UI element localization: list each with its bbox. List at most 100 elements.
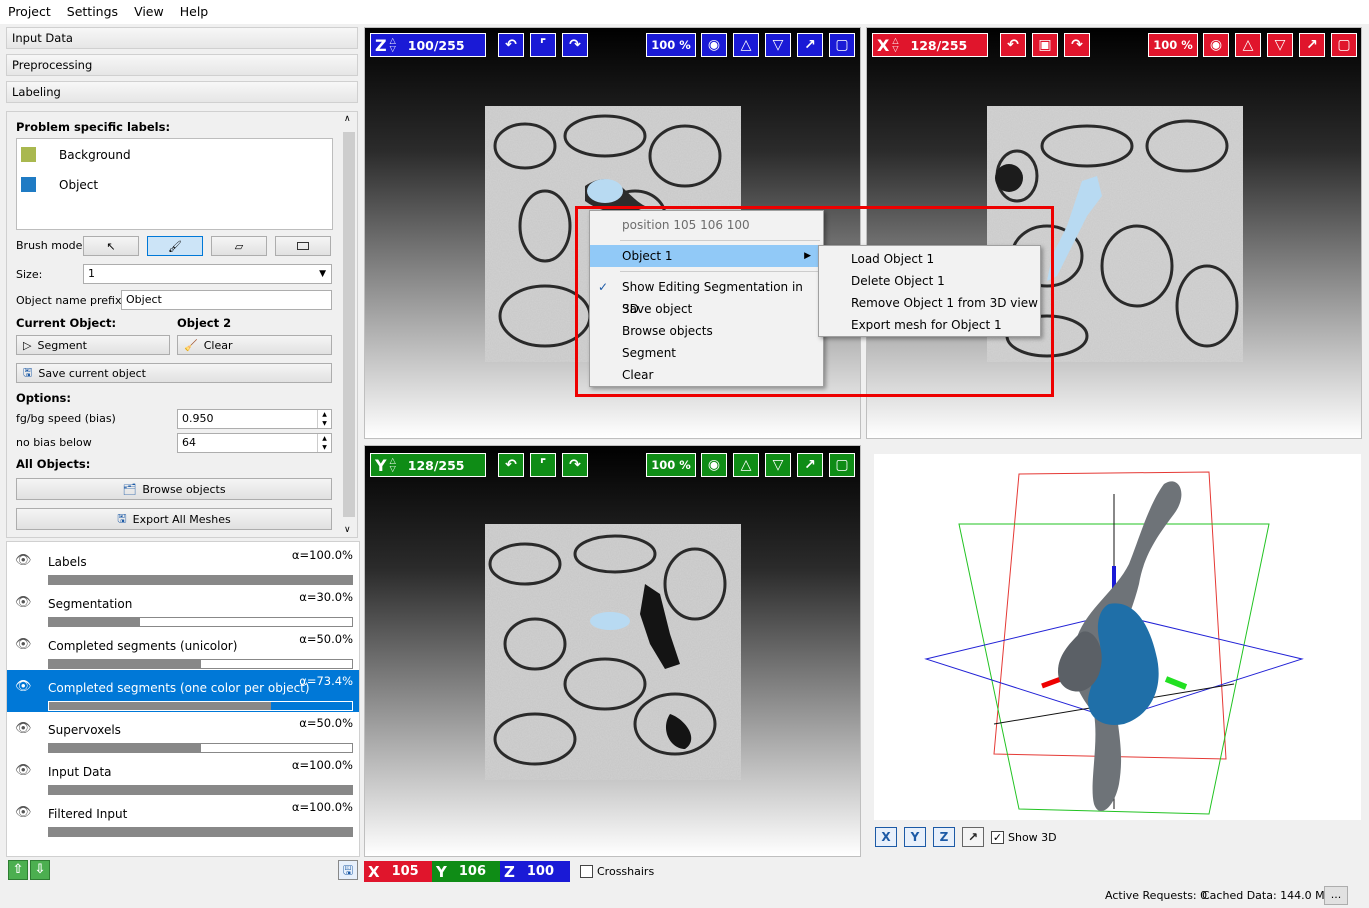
layer-row[interactable]: 👁 Input Data α=100.0% [7, 754, 359, 796]
opacity-slider[interactable] [48, 827, 353, 837]
section-input-data[interactable]: Input Data [6, 27, 358, 49]
eye-icon[interactable]: 👁 [15, 679, 32, 694]
brush-mode-button[interactable]: 🖌 [147, 236, 203, 256]
opacity-slider[interactable] [48, 701, 353, 711]
menu-project[interactable]: Project [0, 0, 59, 24]
label-color-swatch[interactable] [21, 147, 36, 162]
layer-row[interactable]: 👁 Completed segments (unicolor) α=50.0% [7, 628, 359, 670]
rotate-right-button[interactable]: ↷ [1064, 33, 1090, 57]
eraser-mode-button[interactable]: ▱ [211, 236, 267, 256]
labeling-scrollbar[interactable]: ∧ ∨ [341, 112, 357, 537]
spin-arrows-icon[interactable]: ▲ ▼ [317, 434, 331, 452]
layer-row[interactable]: 👁 Segmentation α=30.0% [7, 586, 359, 628]
submenu-delete-object[interactable]: Delete Object 1 [819, 270, 1040, 292]
viewer-3d[interactable] [874, 454, 1361, 820]
eye-icon[interactable]: 👁 [15, 595, 32, 610]
clear-button[interactable]: 🧹 Clear [177, 335, 332, 355]
eye-icon[interactable]: 👁 [15, 553, 32, 568]
menu-item-browse-objects[interactable]: Browse objects [590, 320, 823, 342]
crosshairs-checkbox[interactable] [580, 865, 593, 878]
toggle-x-slice-button[interactable]: X [875, 827, 897, 847]
menu-view[interactable]: View [126, 0, 172, 24]
rotate-left-button[interactable]: ↶ [498, 33, 524, 57]
submenu-export-mesh[interactable]: Export mesh for Object 1 [819, 314, 1040, 336]
layer-row[interactable]: 👁 Filtered Input α=100.0% [7, 796, 359, 838]
navigation-mode-button[interactable]: ↖ [83, 236, 139, 256]
section-labeling[interactable]: Labeling [6, 81, 358, 103]
slice-up-button[interactable]: △ [733, 453, 759, 477]
rotate-right-button[interactable]: ↷ [562, 453, 588, 477]
menu-item-segment[interactable]: Segment [590, 342, 823, 364]
submenu-load-object[interactable]: Load Object 1 [819, 248, 1040, 270]
swap-axes-button[interactable]: ⌜ [530, 453, 556, 477]
spin-arrows-icon[interactable]: ▲ ▼ [317, 410, 331, 428]
screenshot-button[interactable]: ◉ [1203, 33, 1229, 57]
maximize-button[interactable]: ▢ [1331, 33, 1357, 57]
layer-row[interactable]: 👁 Labels α=100.0% [7, 544, 359, 586]
maximize-button[interactable]: ▢ [829, 453, 855, 477]
eye-icon[interactable]: 👁 [15, 637, 32, 652]
chevron-down-icon[interactable]: ∨ [344, 525, 351, 535]
box-select-button[interactable] [275, 236, 331, 256]
viewer-x[interactable]: X △ ▽ 128/255 ↶ ▣ ↷ 100 % ◉ △ ▽ ↗ ▢ [866, 27, 1362, 439]
screenshot-button[interactable]: ◉ [701, 453, 727, 477]
position-z[interactable]: Z 100 [500, 861, 570, 882]
toggle-z-slice-button[interactable]: Z [933, 827, 955, 847]
rotate-left-button[interactable]: ↶ [498, 453, 524, 477]
layer-row[interactable]: 👁 Completed segments (one color per objec… [7, 670, 359, 712]
opacity-slider[interactable] [48, 743, 353, 753]
save-current-object-button[interactable]: 🖫 Save current object [16, 363, 332, 383]
slice-selector-y[interactable]: Y △ ▽ 128/255 [370, 453, 486, 477]
opacity-slider[interactable] [48, 575, 353, 585]
zoom-level-z[interactable]: 100 % [646, 33, 696, 57]
position-y[interactable]: Y 106 [432, 861, 500, 882]
submenu-remove-from-3d[interactable]: Remove Object 1 from 3D view [819, 292, 1040, 314]
browse-objects-button[interactable]: 🗂 Browse objects [16, 478, 332, 500]
segment-button[interactable]: ▷ Segment [16, 335, 170, 355]
scrollbar-thumb[interactable] [343, 132, 355, 517]
eye-icon[interactable]: 👁 [15, 805, 32, 820]
menu-item-show-3d[interactable]: ✓ Show Editing Segmentation in 3D [590, 276, 823, 316]
rotate-left-button[interactable]: ↶ [1000, 33, 1026, 57]
expand-3d-button[interactable]: ↗ [962, 827, 984, 847]
viewer-y[interactable]: Y △ ▽ 128/255 ↶ ⌜ ↷ 100 % ◉ △ ▽ ↗ ▢ [364, 445, 861, 857]
crosshairs-toggle[interactable]: Crosshairs [580, 861, 654, 882]
maximize-button[interactable]: ▢ [829, 33, 855, 57]
slice-down-button[interactable]: ▽ [765, 453, 791, 477]
zoom-level-x[interactable]: 100 % [1148, 33, 1198, 57]
slice-up-button[interactable]: △ [733, 33, 759, 57]
toggle-y-slice-button[interactable]: Y [904, 827, 926, 847]
menu-item-object-1[interactable]: Object 1 ▶ [590, 245, 823, 267]
bias-spinbox[interactable]: 0.950 ▲ ▼ [177, 409, 332, 429]
slice-selector-x[interactable]: X △ ▽ 128/255 [872, 33, 988, 57]
expand-button[interactable]: ↗ [1299, 33, 1325, 57]
spin-arrows-icon[interactable]: △ ▽ [390, 457, 396, 473]
slice-down-button[interactable]: ▽ [1267, 33, 1293, 57]
show-3d-checkbox[interactable]: ✓ [991, 830, 1004, 844]
opacity-slider[interactable] [48, 617, 353, 627]
swap-axes-button[interactable]: ⌜ [530, 33, 556, 57]
layer-row[interactable]: 👁 Supervoxels α=50.0% [7, 712, 359, 754]
layer-export-button[interactable]: 🖫 [338, 860, 358, 880]
zoom-level-y[interactable]: 100 % [646, 453, 696, 477]
move-layer-down-button[interactable]: ⇩ [30, 860, 50, 880]
expand-button[interactable]: ↗ [797, 453, 823, 477]
menu-help[interactable]: Help [172, 0, 217, 24]
swap-axes-button[interactable]: ▣ [1032, 33, 1058, 57]
screenshot-button[interactable]: ◉ [701, 33, 727, 57]
eye-icon[interactable]: 👁 [15, 721, 32, 736]
eye-icon[interactable]: 👁 [15, 763, 32, 778]
cache-more-button[interactable]: ... [1324, 886, 1348, 905]
spin-arrows-icon[interactable]: △ ▽ [390, 37, 396, 53]
no-bias-spinbox[interactable]: 64 ▲ ▼ [177, 433, 332, 453]
spin-arrows-icon[interactable]: △ ▽ [892, 37, 898, 53]
label-item-background[interactable]: Background [17, 139, 332, 169]
object-prefix-input[interactable]: Object [121, 290, 332, 310]
expand-button[interactable]: ↗ [797, 33, 823, 57]
move-layer-up-button[interactable]: ⇧ [8, 860, 28, 880]
chevron-up-icon[interactable]: ∧ [344, 114, 351, 124]
position-x[interactable]: X 105 [364, 861, 432, 882]
label-item-object[interactable]: Object [17, 169, 332, 199]
slice-down-button[interactable]: ▽ [765, 33, 791, 57]
menu-item-clear[interactable]: Clear [590, 364, 823, 386]
